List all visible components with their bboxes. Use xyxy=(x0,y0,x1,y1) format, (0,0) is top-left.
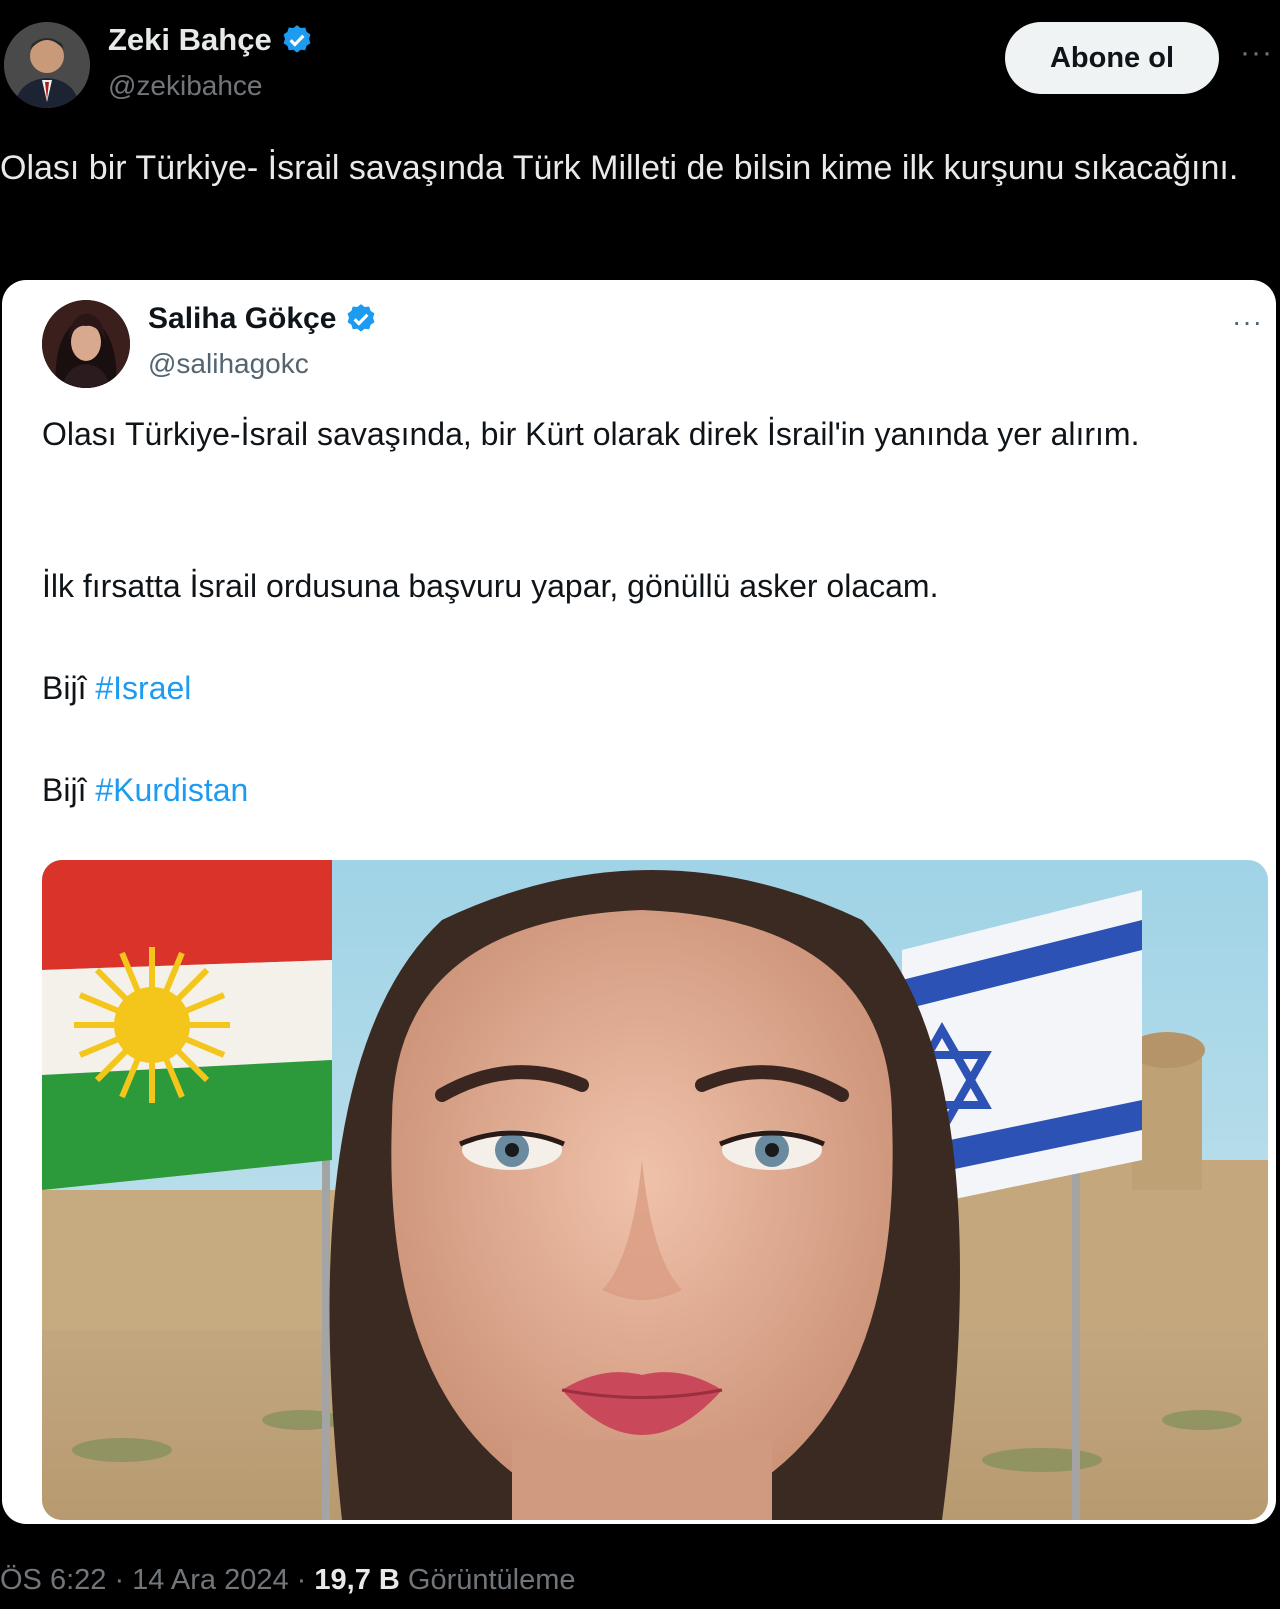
tweet-text: Olası bir Türkiye- İsrail savaşında Türk… xyxy=(0,149,1239,187)
author-handle[interactable]: @zekibahce xyxy=(108,70,263,102)
quoted-line-4: Bijî #Kurdistan xyxy=(42,764,248,816)
quoted-paragraph-1: Olası Türkiye-İsrail savaşında, bir Kürt… xyxy=(42,416,1140,452)
follow-button[interactable]: Abone ol xyxy=(1005,22,1219,94)
author-name-row[interactable]: Zeki Bahçe xyxy=(108,22,314,58)
quoted-tweet-image[interactable] xyxy=(42,860,1268,1520)
timestamp[interactable]: ÖS 6:22 · 14 Ara 2024 · xyxy=(0,1564,306,1596)
view-count: 19,7 B xyxy=(314,1564,400,1596)
more-dots-icon[interactable]: ··· xyxy=(1240,36,1273,70)
biji-text: Bijî xyxy=(42,772,96,808)
quoted-author-name[interactable]: Saliha Gökçe xyxy=(148,302,336,336)
verified-badge-icon xyxy=(347,304,375,332)
quoted-author-handle[interactable]: @salihagokc xyxy=(148,348,309,380)
hashtag-kurdistan-link[interactable]: #Kurdistan xyxy=(95,772,248,808)
quoted-more-dots-icon[interactable]: ··· xyxy=(1232,306,1263,338)
author-name[interactable]: Zeki Bahçe xyxy=(108,22,272,58)
quoted-paragraph-2: İlk fırsatta İsrail ordusuna başvuru yap… xyxy=(42,568,939,604)
quoted-author-name-row[interactable]: Saliha Gökçe xyxy=(148,302,378,336)
verified-badge-icon xyxy=(283,25,311,53)
author-avatar[interactable] xyxy=(4,22,90,108)
tweet-footer: ÖS 6:22 · 14 Ara 2024 · 19,7 B Görüntüle… xyxy=(0,1564,576,1597)
biji-text: Bijî xyxy=(42,670,96,706)
views-label: Görüntüleme xyxy=(407,1564,576,1596)
hashtag-israel-link[interactable]: #Israel xyxy=(95,670,191,706)
quoted-author-avatar[interactable] xyxy=(42,300,130,388)
quoted-tweet-card[interactable]: Saliha Gökçe @salihagokc ··· Olası Türki… xyxy=(2,280,1276,1524)
quoted-line-3: Bijî #Israel xyxy=(42,662,191,714)
